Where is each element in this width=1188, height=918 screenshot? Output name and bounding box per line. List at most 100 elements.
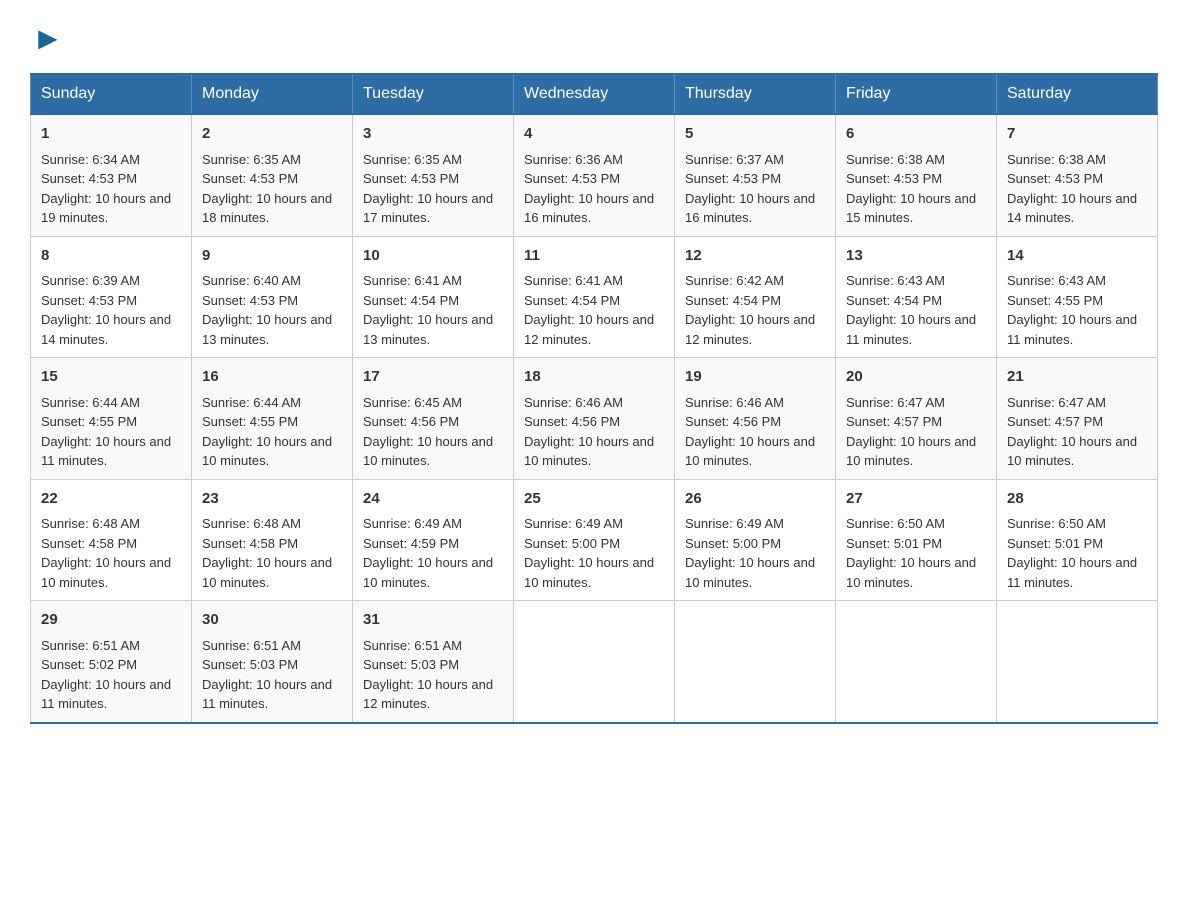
day-number: 24 <box>363 488 503 511</box>
sunrise-label: Sunrise: 6:47 AM <box>1007 395 1106 410</box>
sunrise-label: Sunrise: 6:51 AM <box>202 638 301 653</box>
page-header: ► <box>30 20 1158 53</box>
calendar-week-row: 22 Sunrise: 6:48 AM Sunset: 4:58 PM Dayligh… <box>31 479 1158 601</box>
calendar-day-cell <box>997 601 1158 723</box>
weekday-header-saturday: Saturday <box>997 74 1158 114</box>
day-number: 17 <box>363 366 503 389</box>
daylight-label: Daylight: 10 hours and 11 minutes. <box>41 677 171 712</box>
sunset-label: Sunset: 4:53 PM <box>41 171 137 186</box>
day-number: 19 <box>685 366 825 389</box>
daylight-label: Daylight: 10 hours and 15 minutes. <box>846 191 976 226</box>
sunrise-label: Sunrise: 6:36 AM <box>524 152 623 167</box>
sunrise-label: Sunrise: 6:49 AM <box>524 516 623 531</box>
calendar-day-cell: 28Sunrise: 6:50 AMSunset: 5:01 PMDayligh… <box>997 479 1158 601</box>
calendar-day-cell: 30Sunrise: 6:51 AMSunset: 5:03 PMDayligh… <box>192 601 353 723</box>
daylight-label: Daylight: 10 hours and 13 minutes. <box>363 312 493 347</box>
calendar-day-cell: 16Sunrise: 6:44 AMSunset: 4:55 PMDayligh… <box>192 358 353 480</box>
calendar-day-cell: 23Sunrise: 6:48 AMSunset: 4:58 PMDayligh… <box>192 479 353 601</box>
sunset-label: Sunset: 4:55 PM <box>41 414 137 429</box>
day-number: 15 <box>41 366 181 389</box>
day-number: 20 <box>846 366 986 389</box>
calendar-day-cell: 26Sunrise: 6:49 AMSunset: 5:00 PMDayligh… <box>675 479 836 601</box>
weekday-header-sunday: Sunday <box>31 74 192 114</box>
sunset-label: Sunset: 4:57 PM <box>846 414 942 429</box>
daylight-label: Daylight: 10 hours and 19 minutes. <box>41 191 171 226</box>
day-number: 28 <box>1007 488 1147 511</box>
sunset-label: Sunset: 4:58 PM <box>202 536 298 551</box>
daylight-label: Daylight: 10 hours and 11 minutes. <box>41 434 171 469</box>
calendar-day-cell: 1Sunrise: 6:34 AMSunset: 4:53 PMDaylight… <box>31 114 192 236</box>
calendar-day-cell: 14Sunrise: 6:43 AMSunset: 4:55 PMDayligh… <box>997 236 1158 358</box>
sunrise-label: Sunrise: 6:37 AM <box>685 152 784 167</box>
calendar-day-cell <box>514 601 675 723</box>
sunset-label: Sunset: 5:01 PM <box>846 536 942 551</box>
daylight-label: Daylight: 10 hours and 10 minutes. <box>202 555 332 590</box>
sunrise-label: Sunrise: 6:38 AM <box>846 152 945 167</box>
daylight-label: Daylight: 10 hours and 10 minutes. <box>1007 434 1137 469</box>
daylight-label: Daylight: 10 hours and 16 minutes. <box>524 191 654 226</box>
calendar-header-row: SundayMondayTuesdayWednesdayThursdayFrid… <box>31 74 1158 114</box>
calendar-day-cell: 27Sunrise: 6:50 AMSunset: 5:01 PMDayligh… <box>836 479 997 601</box>
calendar-day-cell: 19Sunrise: 6:46 AMSunset: 4:56 PMDayligh… <box>675 358 836 480</box>
sunset-label: Sunset: 4:54 PM <box>524 293 620 308</box>
sunrise-label: Sunrise: 6:43 AM <box>1007 273 1106 288</box>
daylight-label: Daylight: 10 hours and 10 minutes. <box>363 434 493 469</box>
daylight-label: Daylight: 10 hours and 14 minutes. <box>1007 191 1137 226</box>
sunset-label: Sunset: 5:03 PM <box>363 657 459 672</box>
sunset-label: Sunset: 4:59 PM <box>363 536 459 551</box>
day-number: 2 <box>202 123 342 146</box>
sunset-label: Sunset: 4:55 PM <box>1007 293 1103 308</box>
logo-text: ► <box>30 20 64 57</box>
sunrise-label: Sunrise: 6:51 AM <box>41 638 140 653</box>
daylight-label: Daylight: 10 hours and 14 minutes. <box>41 312 171 347</box>
sunset-label: Sunset: 4:53 PM <box>524 171 620 186</box>
sunset-label: Sunset: 4:53 PM <box>685 171 781 186</box>
day-number: 3 <box>363 123 503 146</box>
sunset-label: Sunset: 5:02 PM <box>41 657 137 672</box>
calendar-week-row: 15Sunrise: 6:44 AMSunset: 4:55 PMDayligh… <box>31 358 1158 480</box>
sunrise-label: Sunrise: 6:49 AM <box>685 516 784 531</box>
daylight-label: Daylight: 10 hours and 10 minutes. <box>524 434 654 469</box>
day-number: 18 <box>524 366 664 389</box>
daylight-label: Daylight: 10 hours and 11 minutes. <box>1007 555 1137 590</box>
day-number: 7 <box>1007 123 1147 146</box>
sunset-label: Sunset: 4:54 PM <box>685 293 781 308</box>
daylight-label: Daylight: 10 hours and 11 minutes. <box>846 312 976 347</box>
day-number: 16 <box>202 366 342 389</box>
calendar-day-cell <box>675 601 836 723</box>
day-number: 10 <box>363 245 503 268</box>
sunrise-label: Sunrise: 6:46 AM <box>524 395 623 410</box>
calendar-day-cell: 29Sunrise: 6:51 AMSunset: 5:02 PMDayligh… <box>31 601 192 723</box>
day-number: 30 <box>202 609 342 632</box>
day-number: 21 <box>1007 366 1147 389</box>
daylight-label: Daylight: 10 hours and 10 minutes. <box>685 434 815 469</box>
sunrise-label: Sunrise: 6:42 AM <box>685 273 784 288</box>
calendar-day-cell: 9Sunrise: 6:40 AMSunset: 4:53 PMDaylight… <box>192 236 353 358</box>
day-number: 12 <box>685 245 825 268</box>
day-number: 25 <box>524 488 664 511</box>
calendar-day-cell: 21Sunrise: 6:47 AMSunset: 4:57 PMDayligh… <box>997 358 1158 480</box>
calendar-day-cell: 20Sunrise: 6:47 AMSunset: 4:57 PMDayligh… <box>836 358 997 480</box>
sunset-label: Sunset: 5:00 PM <box>685 536 781 551</box>
calendar-day-cell: 10Sunrise: 6:41 AMSunset: 4:54 PMDayligh… <box>353 236 514 358</box>
day-number: 22 <box>41 488 181 511</box>
calendar-day-cell: 11Sunrise: 6:41 AMSunset: 4:54 PMDayligh… <box>514 236 675 358</box>
day-number: 14 <box>1007 245 1147 268</box>
sunrise-label: Sunrise: 6:47 AM <box>846 395 945 410</box>
daylight-label: Daylight: 10 hours and 10 minutes. <box>202 434 332 469</box>
calendar-table: SundayMondayTuesdayWednesdayThursdayFrid… <box>30 73 1158 724</box>
day-number: 4 <box>524 123 664 146</box>
sunset-label: Sunset: 4:58 PM <box>41 536 137 551</box>
sunset-label: Sunset: 4:55 PM <box>202 414 298 429</box>
daylight-label: Daylight: 10 hours and 12 minutes. <box>524 312 654 347</box>
sunrise-label: Sunrise: 6:38 AM <box>1007 152 1106 167</box>
sunset-label: Sunset: 4:54 PM <box>363 293 459 308</box>
sunrise-label: Sunrise: 6:50 AM <box>1007 516 1106 531</box>
sunrise-label: Sunrise: 6:48 AM <box>41 516 140 531</box>
sunrise-label: Sunrise: 6:46 AM <box>685 395 784 410</box>
day-number: 8 <box>41 245 181 268</box>
day-number: 27 <box>846 488 986 511</box>
sunrise-label: Sunrise: 6:34 AM <box>41 152 140 167</box>
daylight-label: Daylight: 10 hours and 17 minutes. <box>363 191 493 226</box>
weekday-header-wednesday: Wednesday <box>514 74 675 114</box>
